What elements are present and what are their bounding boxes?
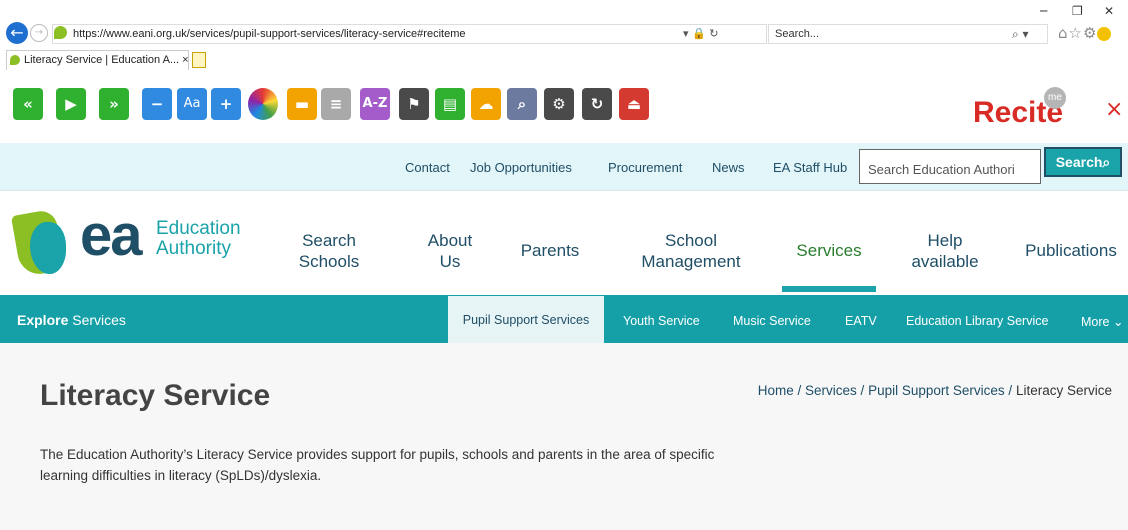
magnifier-icon[interactable]: ⌕ xyxy=(507,88,537,120)
intro-paragraph: The Education Authority’s Literacy Servi… xyxy=(40,447,715,483)
rewind-icon[interactable]: « xyxy=(13,88,43,120)
address-bar[interactable]: https://www.eani.org.uk/services/pupil-s… xyxy=(52,24,767,44)
forward-icon[interactable]: → xyxy=(30,24,48,42)
active-nav-indicator xyxy=(782,286,876,292)
nav-label: Parents xyxy=(520,241,580,260)
utility-link-procurement[interactable]: Procurement xyxy=(608,160,682,175)
nav-school-management[interactable]: School Management xyxy=(634,230,748,272)
browser-toolbar-icons[interactable]: ⌂☆⚙ xyxy=(1058,24,1112,42)
smiley-icon[interactable] xyxy=(1097,26,1112,41)
explore-bold: Explore xyxy=(17,312,69,328)
nav-search-schools[interactable]: Search Schools xyxy=(294,230,364,272)
services-nav: Explore Services Pupil Support Services … xyxy=(0,295,1128,343)
exit-icon[interactable]: ⏏ xyxy=(619,88,649,120)
ruler-icon[interactable]: ▬ xyxy=(287,88,317,120)
logo-line2: Authority xyxy=(156,238,231,259)
download-audio-icon[interactable]: ☁ xyxy=(471,88,501,120)
nav-label: School xyxy=(665,231,717,250)
color-wheel-icon[interactable] xyxy=(248,88,278,120)
site-search-input[interactable]: Search Education Authori xyxy=(859,149,1041,184)
nav-label: Us xyxy=(439,252,461,271)
back-icon[interactable]: ← xyxy=(6,22,28,44)
breadcrumb-pupil-support[interactable]: Pupil Support Services xyxy=(868,383,1005,398)
translate-icon[interactable]: ⚑ xyxy=(399,88,429,120)
nav-about-us[interactable]: About Us xyxy=(420,230,480,272)
services-tab-pupil-support[interactable]: Pupil Support Services xyxy=(448,296,604,343)
more-label: More xyxy=(1081,315,1110,329)
logo-text[interactable]: Education Authority xyxy=(156,219,241,259)
tab-title: Literacy Service | Education A... xyxy=(24,54,180,66)
browser-search-icon[interactable]: ⌕ ▾ xyxy=(1012,24,1029,44)
breadcrumb: Home / Services / Pupil Support Services… xyxy=(730,381,1112,401)
reset-icon[interactable]: ↻ xyxy=(582,88,612,120)
nav-label: Schools xyxy=(298,252,360,271)
search-icon: ⌕ xyxy=(1102,154,1111,170)
services-tab-eatv[interactable]: EATV xyxy=(845,314,877,328)
increase-text-icon[interactable]: + xyxy=(211,88,241,120)
text-only-icon[interactable]: ▤ xyxy=(435,88,465,120)
logo-leaf-teal xyxy=(30,222,66,274)
breadcrumb-separator: / xyxy=(1008,383,1013,398)
nav-label: About xyxy=(427,231,473,250)
font-icon[interactable]: Aa xyxy=(177,88,207,120)
nav-help-available[interactable]: Help available xyxy=(905,230,985,272)
recite-toolbar: « ▶ » − Aa + ▬ ≡ A-Z ⚑ ▤ ☁ ⌕ ⚙ ↻ ⏏ Recit… xyxy=(0,80,1128,133)
explore-services-label[interactable]: Explore Services xyxy=(17,312,126,328)
nav-label: Publications xyxy=(1025,241,1117,260)
tab-close-icon[interactable]: × xyxy=(182,54,188,66)
utility-link-contact[interactable]: Contact xyxy=(405,160,450,175)
settings-icon[interactable]: ⚙ xyxy=(544,88,574,120)
dictionary-icon[interactable]: A-Z xyxy=(360,88,390,120)
services-tab-music[interactable]: Music Service xyxy=(733,314,811,328)
services-tab-more[interactable]: More ⌄ xyxy=(1081,314,1123,329)
breadcrumb-services[interactable]: Services xyxy=(805,383,857,398)
recite-close-icon[interactable]: × xyxy=(1105,97,1123,122)
breadcrumb-separator: / xyxy=(860,383,865,398)
nav-publications[interactable]: Publications xyxy=(1016,240,1126,261)
new-tab-icon[interactable] xyxy=(192,52,206,68)
play-icon[interactable]: ▶ xyxy=(56,88,86,120)
nav-label: Services xyxy=(796,241,862,260)
logo-line1: Education xyxy=(156,218,241,239)
utility-link-jobs[interactable]: Job Opportunities xyxy=(470,160,572,175)
services-tab-library[interactable]: Education Library Service xyxy=(906,314,1048,328)
screen-mask-icon[interactable]: ≡ xyxy=(321,88,351,120)
recite-me-badge: me xyxy=(1044,87,1066,109)
nav-label: available xyxy=(911,252,979,271)
nav-label: Search xyxy=(302,231,356,250)
breadcrumb-current: Literacy Service xyxy=(1015,383,1112,398)
utility-link-news[interactable]: News xyxy=(712,160,745,175)
nav-services[interactable]: Services xyxy=(784,240,874,261)
restore-icon[interactable]: ❐ xyxy=(1072,4,1083,18)
site-header: ea Education Authority Search Schools Ab… xyxy=(0,192,1128,295)
fast-forward-icon[interactable]: » xyxy=(99,88,129,120)
breadcrumb-home[interactable]: Home xyxy=(758,383,794,398)
nav-label: Management xyxy=(641,252,741,271)
browser-search-input[interactable]: Search... xyxy=(768,24,1048,44)
decrease-text-icon[interactable]: − xyxy=(142,88,172,120)
services-tab-youth[interactable]: Youth Service xyxy=(623,314,700,328)
tab-favicon-icon xyxy=(10,55,20,65)
close-window-icon[interactable]: ✕ xyxy=(1104,4,1114,18)
utility-link-staff-hub[interactable]: EA Staff Hub xyxy=(773,160,847,175)
browser-tab[interactable]: Literacy Service | Education A... × xyxy=(6,50,189,70)
site-favicon-icon xyxy=(54,26,67,39)
page-content: Literacy Service Home / Services / Pupil… xyxy=(0,343,1128,530)
nav-parents[interactable]: Parents xyxy=(510,240,590,261)
browser-chrome: ─ ❐ ✕ ← → https://www.eani.org.uk/servic… xyxy=(0,0,1128,70)
search-button-label: Search xyxy=(1055,154,1103,170)
chevron-down-icon: ⌄ xyxy=(1112,315,1124,329)
site-search-button[interactable]: Search⌕ xyxy=(1044,147,1122,177)
nav-label: Help xyxy=(927,231,963,250)
minimize-icon[interactable]: ─ xyxy=(1040,4,1047,18)
page-title: Literacy Service xyxy=(40,379,271,412)
address-controls[interactable]: ▾ 🔒 ↻ xyxy=(683,24,718,44)
logo-letters[interactable]: ea xyxy=(80,202,142,269)
explore-rest: Services xyxy=(72,312,126,328)
breadcrumb-separator: / xyxy=(797,383,802,398)
